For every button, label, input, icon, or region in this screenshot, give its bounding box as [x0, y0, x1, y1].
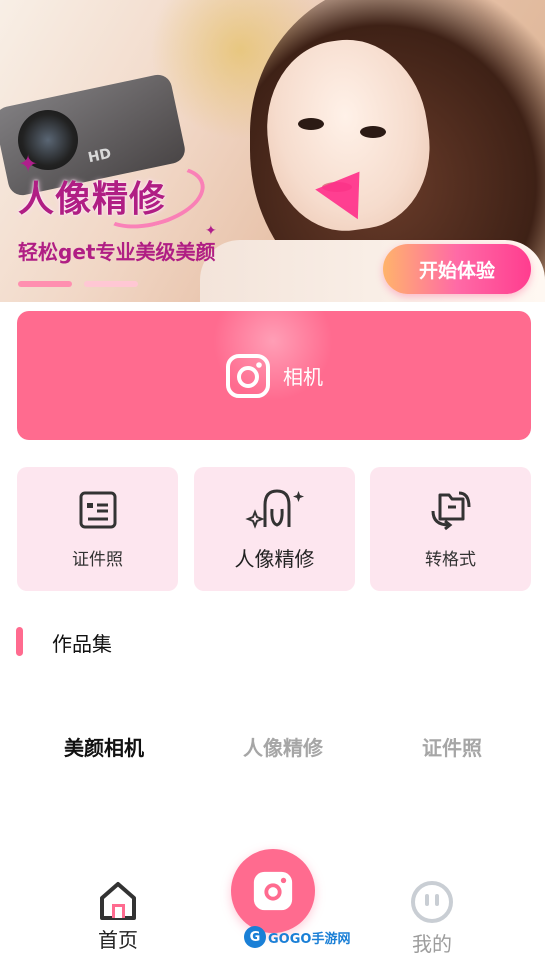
home-icon: [100, 882, 136, 920]
profile-face-icon: [411, 881, 453, 923]
nav-home[interactable]: 首页: [88, 880, 148, 953]
nav-home-label: 首页: [98, 928, 138, 952]
camera-icon: [226, 353, 270, 398]
banner-model-eye: [298, 118, 324, 130]
camera-button[interactable]: 相机: [17, 311, 531, 440]
banner-pagination: [18, 281, 138, 287]
id-photo-label: 证件照: [72, 549, 123, 570]
pagination-dot-active[interactable]: [18, 281, 72, 287]
convert-format-tile[interactable]: 转格式: [370, 467, 531, 591]
portrait-retouch-label: 人像精修: [234, 546, 315, 571]
tab-portrait-retouch[interactable]: 人像精修: [243, 732, 323, 761]
watermark-logo: G GOGO手游网: [244, 925, 350, 949]
promo-banner[interactable]: HD ✦ ✦ 人像精修 轻松get专业美级美颜 开始体验: [0, 0, 545, 302]
nav-mine-label: 我的: [412, 932, 452, 956]
banner-subtitle: 轻松get专业美级美颜: [18, 240, 216, 264]
watermark-badge-icon: G: [244, 926, 266, 948]
portrait-retouch-tile[interactable]: 人像精修: [194, 467, 355, 591]
pagination-dot[interactable]: [84, 281, 138, 287]
convert-format-icon: [431, 491, 470, 530]
tab-id-photo[interactable]: 证件照: [422, 732, 482, 761]
tab-beauty-camera[interactable]: 美颜相机: [64, 732, 144, 761]
camera-fab-button[interactable]: [231, 849, 315, 933]
camera-icon: [253, 871, 293, 911]
convert-format-label: 转格式: [425, 549, 476, 570]
portrait-retouch-icon: [244, 488, 304, 529]
banner-model-eye: [360, 126, 386, 138]
nav-mine[interactable]: 我的: [400, 880, 464, 957]
camera-label: 相机: [283, 365, 323, 389]
watermark-text: GOGO手游网: [268, 931, 351, 947]
section-accent-bar: [16, 627, 23, 656]
start-experience-button[interactable]: 开始体验: [383, 244, 531, 294]
banner-title: 人像精修: [18, 179, 167, 220]
id-photo-tile[interactable]: 证件照: [17, 467, 178, 591]
portfolio-section-title: 作品集: [52, 632, 112, 656]
id-card-icon: [79, 491, 116, 528]
